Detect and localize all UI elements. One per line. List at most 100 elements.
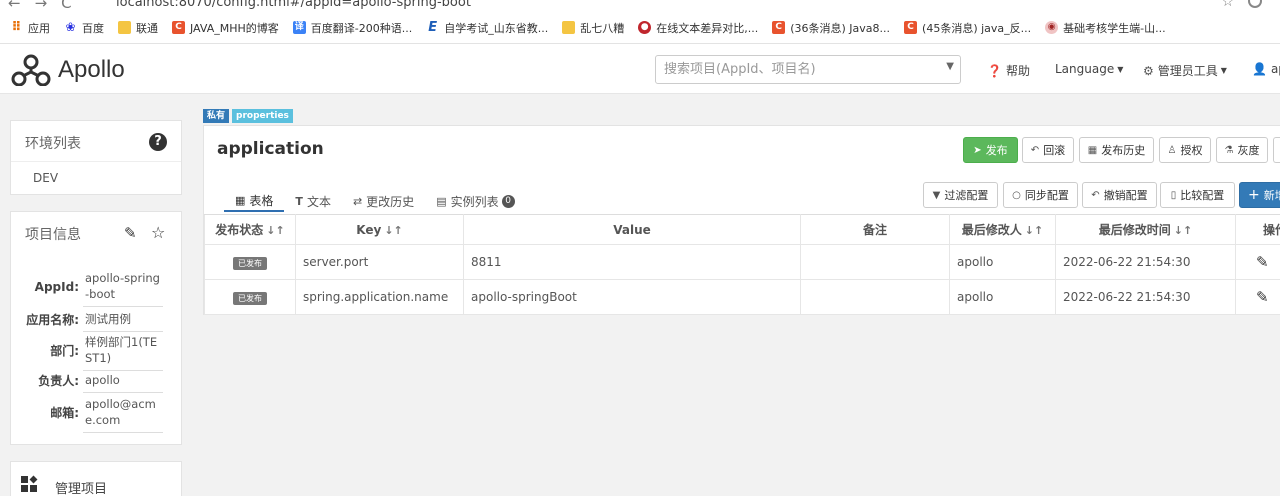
bookmark-item[interactable]: ◉ 基础考核学生端-山...	[1045, 20, 1166, 36]
compare-config-button[interactable]: ▯ 比较配置	[1160, 182, 1235, 208]
manage-project-panel[interactable]: 管理项目	[10, 461, 182, 496]
tab-history[interactable]: ⇄ 更改历史	[342, 190, 425, 212]
revoke-config-button[interactable]: ↶ 撤销配置	[1082, 182, 1157, 208]
tab-table[interactable]: ▦ 表格	[224, 190, 285, 212]
diff-icon: ●	[638, 21, 652, 34]
info-value: 测试用例	[83, 307, 163, 332]
cell-key: spring.application.name	[295, 279, 464, 315]
tab-instances[interactable]: ▤ 实例列表 0	[425, 190, 525, 212]
app-header: Apollo ▼ ❓ 帮助 Language ▼ ⚙ 管理员工具 ▼ 👤 apo…	[0, 44, 1280, 94]
edit-icon[interactable]: ✎	[124, 224, 137, 242]
bookmark-item[interactable]: ❀ 百度	[64, 20, 104, 36]
namespace-title: application	[217, 139, 324, 159]
undo-icon: ↶	[1091, 189, 1100, 201]
bookmark-item[interactable]: 联通	[118, 20, 158, 36]
col-modifier[interactable]: 最后修改人 ↓↑	[949, 214, 1056, 245]
browser-nav-icons[interactable]: ←→C	[8, 0, 86, 12]
published-badge: 已发布	[233, 291, 267, 305]
folder-icon	[118, 21, 131, 34]
chevron-down-icon[interactable]: ▼	[946, 61, 954, 72]
project-search-select[interactable]: ▼	[655, 55, 961, 84]
cell-value: apollo-springBoot	[463, 279, 801, 315]
info-key: AppId:	[34, 279, 79, 294]
cell-modifier: apollo	[949, 279, 1056, 315]
private-badge: 私有	[203, 109, 230, 123]
col-modified-time[interactable]: 最后修改时间 ↓↑	[1055, 214, 1236, 245]
sort-icon: ↓↑	[1024, 224, 1044, 237]
project-search-input[interactable]	[656, 56, 926, 83]
col-value: Value	[463, 214, 801, 245]
project-info-row: 应用名称: 测试用例	[11, 307, 183, 332]
list-icon: ▤	[436, 194, 447, 208]
format-badge: properties	[232, 109, 293, 123]
edit-icon[interactable]: ✎	[1256, 253, 1269, 271]
manage-project-label: 管理项目	[55, 482, 108, 496]
publish-button[interactable]: ➤ 发布	[963, 137, 1018, 163]
namespace-badges: 私有 properties	[203, 109, 293, 123]
star-icon[interactable]: ☆	[151, 223, 165, 242]
help-circle-icon[interactable]: ?	[149, 133, 167, 151]
bookmark-item[interactable]: ● 在线文本差异对比,...	[638, 20, 758, 36]
admin-tools-dropdown[interactable]: ⚙ 管理员工具 ▼	[1143, 62, 1227, 79]
config-table: 发布状态 ↓↑ Key ↓↑ Value 备注 最后修改人 ↓↑ 最后修改时间 ↓↑ 操…	[204, 214, 1280, 315]
filter-config-button[interactable]: ▼ 过滤配置	[923, 182, 998, 208]
cell-op: ✎	[1235, 244, 1280, 280]
rollback-button[interactable]: ↶ 回滚	[1022, 137, 1074, 163]
caret-down-icon: ▼	[1117, 64, 1124, 74]
release-history-button[interactable]: ▦ 发布历史	[1079, 137, 1154, 163]
bookmark-item[interactable]: 译百度翻译-200种语...	[292, 20, 412, 36]
csdn-icon: C	[904, 21, 918, 34]
more-button[interactable]	[1273, 137, 1280, 163]
profile-icon[interactable]	[1248, 0, 1262, 8]
sync-config-button[interactable]: ○ 同步配置	[1003, 182, 1078, 208]
bookmark-item[interactable]: ⠿ 应用	[10, 20, 50, 36]
cell-comment	[800, 244, 950, 280]
flask-icon: ⚗	[1224, 144, 1234, 156]
user-icon: 👤	[1252, 62, 1267, 76]
apollo-logo-icon	[11, 54, 51, 86]
user-dropdown[interactable]: 👤 apollo	[1252, 62, 1280, 76]
user-icon: ♙	[1167, 144, 1177, 156]
cell-op: ✎	[1235, 279, 1280, 315]
help-label: 帮助	[1005, 64, 1030, 78]
edit-icon[interactable]: ✎	[1256, 288, 1269, 306]
file-icon: ▯	[1170, 189, 1177, 201]
help-link[interactable]: ❓ 帮助	[987, 62, 1030, 79]
text-icon: T	[295, 194, 303, 208]
bookmark-item[interactable]: C JAVA_MHH的博客	[172, 20, 279, 36]
cell-key: server.port	[295, 244, 464, 280]
cell-comment	[800, 279, 950, 315]
bookmark-label: 应用	[28, 21, 50, 35]
project-info-row: AppId: apollo-spring-boot	[11, 266, 183, 307]
col-op: 操作	[1235, 214, 1280, 245]
bookmark-item[interactable]: 乱七八糟	[562, 20, 624, 36]
add-config-button[interactable]: +新增	[1239, 182, 1280, 208]
address-bar-url[interactable]: localhost:8070/config.html#/appid=apollo…	[116, 0, 471, 10]
bookmark-label: 乱七八糟	[580, 21, 625, 35]
language-dropdown[interactable]: Language ▼	[1055, 62, 1123, 76]
cell-time: 2022-06-22 21:54:30	[1055, 244, 1236, 280]
bookmark-item[interactable]: C (36条消息) Java8...	[772, 20, 890, 36]
bookmark-label: 百度	[82, 21, 104, 35]
grant-button[interactable]: ♙ 授权	[1159, 137, 1211, 163]
folder-icon	[562, 21, 576, 34]
apollo-logo[interactable]: Apollo	[10, 54, 125, 86]
env-item-dev[interactable]: DEV	[33, 171, 58, 185]
tab-text[interactable]: T 文本	[284, 190, 342, 212]
bookmark-item[interactable]: C (45条消息) java_反...	[904, 20, 1031, 36]
env-list-title: 环境列表	[25, 136, 81, 152]
table-header-row: 发布状态 ↓↑ Key ↓↑ Value 备注 最后修改人 ↓↑ 最后修改时间 ↓↑ 操…	[204, 214, 1280, 245]
project-info-title: 项目信息	[25, 227, 81, 243]
edu-e-icon: E	[428, 20, 438, 35]
info-key: 负责人:	[38, 374, 79, 388]
bookmark-label: 基础考核学生端-山...	[1063, 21, 1166, 35]
divider	[11, 161, 181, 162]
bookmark-star-icon[interactable]: ☆	[1221, 0, 1234, 10]
project-info-row: 部门: 样例部门1(TEST1)	[11, 330, 183, 371]
sort-icon: ↓↑	[384, 223, 403, 237]
col-status[interactable]: 发布状态 ↓↑	[204, 214, 296, 245]
gray-release-button[interactable]: ⚗ 灰度	[1216, 137, 1268, 163]
cell-time: 2022-06-22 21:54:30	[1055, 279, 1236, 315]
col-key[interactable]: Key ↓↑	[295, 214, 464, 245]
bookmark-item[interactable]: E 自学考试_山东省教...	[426, 20, 548, 36]
